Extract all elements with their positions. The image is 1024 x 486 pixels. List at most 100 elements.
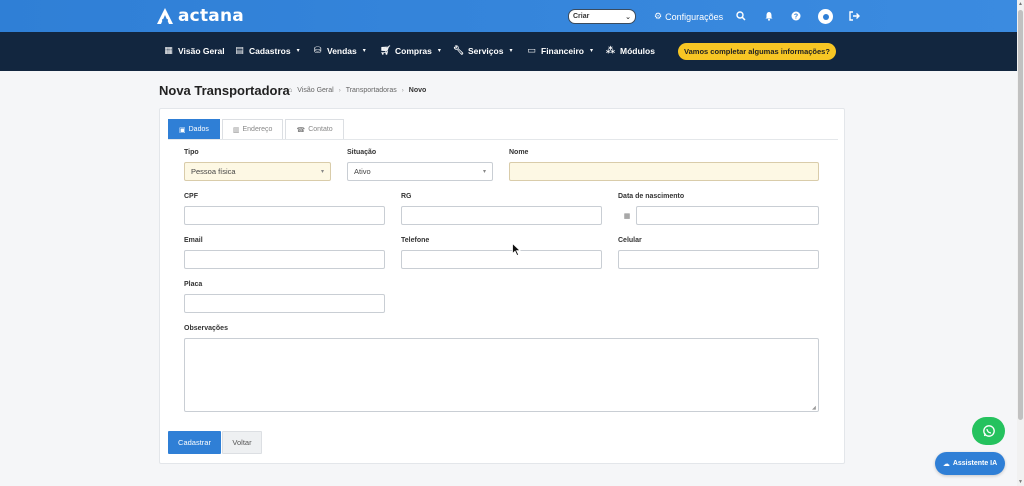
- gear-icon: ⚙: [654, 11, 663, 21]
- chevron-down-icon: ▾: [509, 48, 513, 54]
- chevron-right-icon: ›: [338, 87, 341, 94]
- search-icon[interactable]: [734, 9, 748, 23]
- page-scrollbar[interactable]: ▲ ▼: [1017, 0, 1024, 486]
- email-label: Email: [184, 237, 203, 244]
- situacao-value: Ativo: [354, 167, 371, 176]
- calendar-icon: ▦: [623, 212, 631, 220]
- chevron-down-icon: ⌄: [625, 13, 631, 21]
- nav-item-visao-geral[interactable]: ▦ Visão Geral: [163, 45, 225, 56]
- top-bar: actana Criar ⌄ ⚙ Configurações ?: [0, 0, 1017, 32]
- chevron-down-icon: ▾: [362, 48, 366, 54]
- nascimento-label: Data de nascimento: [618, 193, 685, 200]
- chevron-down-icon: ▾: [589, 48, 593, 54]
- placa-input[interactable]: [184, 294, 385, 313]
- robot-icon: ☁: [942, 460, 950, 468]
- rg-label: RG: [401, 193, 412, 200]
- bag-icon: ⛁: [313, 45, 322, 55]
- caret-down-icon: ▾: [320, 169, 324, 175]
- tipo-label: Tipo: [184, 149, 199, 156]
- tab-contato[interactable]: ☎ Contato: [285, 119, 344, 140]
- nav-item-label: Compras: [395, 45, 432, 56]
- user-icon: [822, 13, 829, 20]
- phone-icon: ☎: [296, 126, 306, 134]
- tab-divider: [168, 139, 838, 140]
- cart-icon: 🛒︎: [380, 45, 392, 55]
- nav-item-vendas[interactable]: ⛁ Vendas ▾: [312, 45, 366, 56]
- page-title: Nova Transportadora: [159, 83, 290, 98]
- breadcrumb-item-transportadoras[interactable]: Transportadoras: [346, 87, 397, 94]
- tab-label: Endereço: [242, 126, 273, 133]
- grid-icon: ▦: [164, 45, 173, 55]
- rg-input[interactable]: [401, 206, 602, 225]
- nav-item-label: Cadastros: [249, 45, 291, 56]
- telefone-input[interactable]: [401, 250, 602, 269]
- breadcrumb-item-current: Novo: [408, 87, 427, 94]
- logout-icon[interactable]: [847, 9, 861, 23]
- tab-label: Contato: [308, 126, 333, 133]
- create-select[interactable]: Criar ⌄: [568, 9, 636, 24]
- nav-item-servicos[interactable]: 🔧︎ Serviços ▾: [453, 45, 512, 56]
- scroll-up-icon[interactable]: ▲: [1018, 1, 1023, 7]
- svg-text:?: ?: [794, 14, 798, 21]
- nome-input[interactable]: [509, 162, 819, 181]
- scroll-down-icon[interactable]: ▼: [1018, 479, 1023, 485]
- submit-button[interactable]: Cadastrar: [168, 431, 221, 454]
- nav-item-cadastros[interactable]: ▤ Cadastros ▾: [234, 45, 300, 56]
- settings-link[interactable]: ⚙ Configurações: [654, 11, 723, 22]
- situacao-select[interactable]: Ativo ▾: [347, 162, 493, 181]
- money-icon: ▭: [527, 45, 536, 55]
- settings-label: Configurações: [665, 11, 724, 22]
- situacao-label: Situação: [347, 149, 377, 156]
- whatsapp-button[interactable]: [972, 417, 1005, 445]
- nascimento-input[interactable]: [636, 206, 819, 225]
- bell-icon[interactable]: [762, 9, 776, 23]
- nav-item-label: Financeiro: [541, 45, 584, 56]
- card-icon: ▤: [235, 45, 244, 55]
- observacoes-textarea[interactable]: [184, 338, 819, 412]
- nome-label: Nome: [509, 149, 529, 156]
- ai-assistant-label: Assistente IA: [952, 460, 998, 467]
- observacoes-label: Observações: [184, 325, 228, 332]
- nav-item-modulos[interactable]: ⁂ Módulos: [605, 45, 655, 56]
- celular-input[interactable]: [618, 250, 819, 269]
- breadcrumb-item-home[interactable]: Visão Geral: [297, 87, 333, 94]
- tab-endereco[interactable]: ▥ Endereço: [221, 119, 284, 140]
- mouse-cursor-icon: [512, 243, 521, 256]
- tab-label: Dados: [188, 126, 209, 133]
- whatsapp-icon: [982, 425, 995, 437]
- breadcrumb: ⌂ Visão Geral › Transportadoras › Novo: [288, 87, 426, 94]
- cpf-label: CPF: [184, 193, 198, 200]
- resize-grip-icon[interactable]: ◢: [812, 405, 818, 411]
- nav-item-compras[interactable]: 🛒︎ Compras ▾: [380, 45, 441, 56]
- tab-dados[interactable]: ▣ Dados: [168, 119, 220, 140]
- chevron-down-icon: ▾: [437, 48, 441, 54]
- nav-item-label: Módulos: [620, 45, 655, 56]
- nav-item-label: Vendas: [327, 45, 357, 56]
- caret-down-icon: ▾: [482, 169, 486, 175]
- placa-label: Placa: [184, 281, 203, 288]
- scroll-thumb[interactable]: [1018, 10, 1023, 420]
- ai-assistant-button[interactable]: ☁ Assistente IA: [935, 452, 1005, 475]
- cubes-icon: ⁂: [605, 45, 616, 55]
- user-avatar[interactable]: [818, 9, 833, 24]
- nav-item-label: Visão Geral: [178, 45, 225, 56]
- help-icon[interactable]: ?: [789, 9, 803, 23]
- main-nav: ▦ Visão Geral ▤ Cadastros ▾ ⛁ Vendas ▾ 🛒…: [0, 32, 1017, 71]
- back-button[interactable]: Voltar: [222, 431, 262, 454]
- tipo-select[interactable]: Pessoa física ▾: [184, 162, 331, 181]
- celular-label: Celular: [618, 237, 642, 244]
- home-icon: ⌂: [288, 87, 293, 94]
- building-icon: ▥: [232, 126, 240, 134]
- create-select-value: Criar: [573, 13, 590, 20]
- cpf-input[interactable]: [184, 206, 385, 225]
- tipo-value: Pessoa física: [191, 167, 236, 176]
- telefone-label: Telefone: [401, 237, 430, 244]
- actana-logo-icon: [157, 8, 173, 24]
- chevron-right-icon: ›: [401, 87, 404, 94]
- complete-info-button[interactable]: Vamos completar algumas informações?: [678, 43, 836, 60]
- logo[interactable]: actana: [156, 6, 244, 26]
- email-input[interactable]: [184, 250, 385, 269]
- chevron-down-icon: ▾: [296, 48, 300, 54]
- nav-item-financeiro[interactable]: ▭ Financeiro ▾: [526, 45, 593, 56]
- id-card-icon: ▣: [179, 126, 186, 134]
